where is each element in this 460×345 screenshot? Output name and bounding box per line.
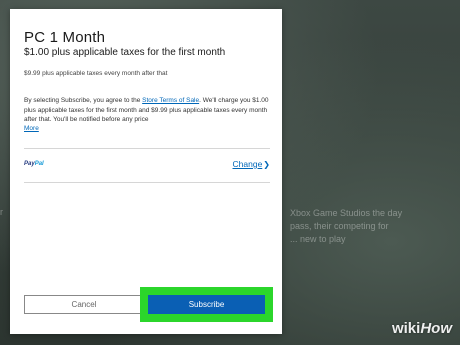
terms-prefix: By selecting Subscribe, you agree to the: [24, 97, 143, 104]
recurring-price-note: $9.99 plus applicable taxes every month …: [24, 70, 168, 77]
wikihow-watermark: wikiHow: [391, 320, 452, 337]
introductory-price: $1.00 plus applicable taxes for the firs…: [24, 47, 226, 58]
store-terms-link[interactable]: Store Terms of Sale: [142, 97, 199, 104]
terms-text: By selecting Subscribe, you agree to the…: [24, 96, 274, 124]
chevron-right-icon: ❯: [263, 160, 270, 169]
dialog-title: PC 1 Month: [24, 29, 106, 46]
divider-bottom: [24, 182, 270, 183]
change-payment-link[interactable]: Change❯: [233, 159, 270, 169]
paypal-logo: PayPal: [24, 161, 44, 167]
cancel-button[interactable]: Cancel: [24, 295, 144, 314]
subscription-dialog: PC 1 Month $1.00 plus applicable taxes f…: [10, 9, 282, 334]
divider-top: [24, 148, 270, 149]
more-link[interactable]: More: [24, 125, 39, 132]
payment-method-row: PayPal Change❯: [24, 158, 270, 170]
background-description: Xbox Game Studios the day pass, their co…: [290, 208, 403, 244]
subscribe-button[interactable]: Subscribe: [148, 295, 265, 314]
